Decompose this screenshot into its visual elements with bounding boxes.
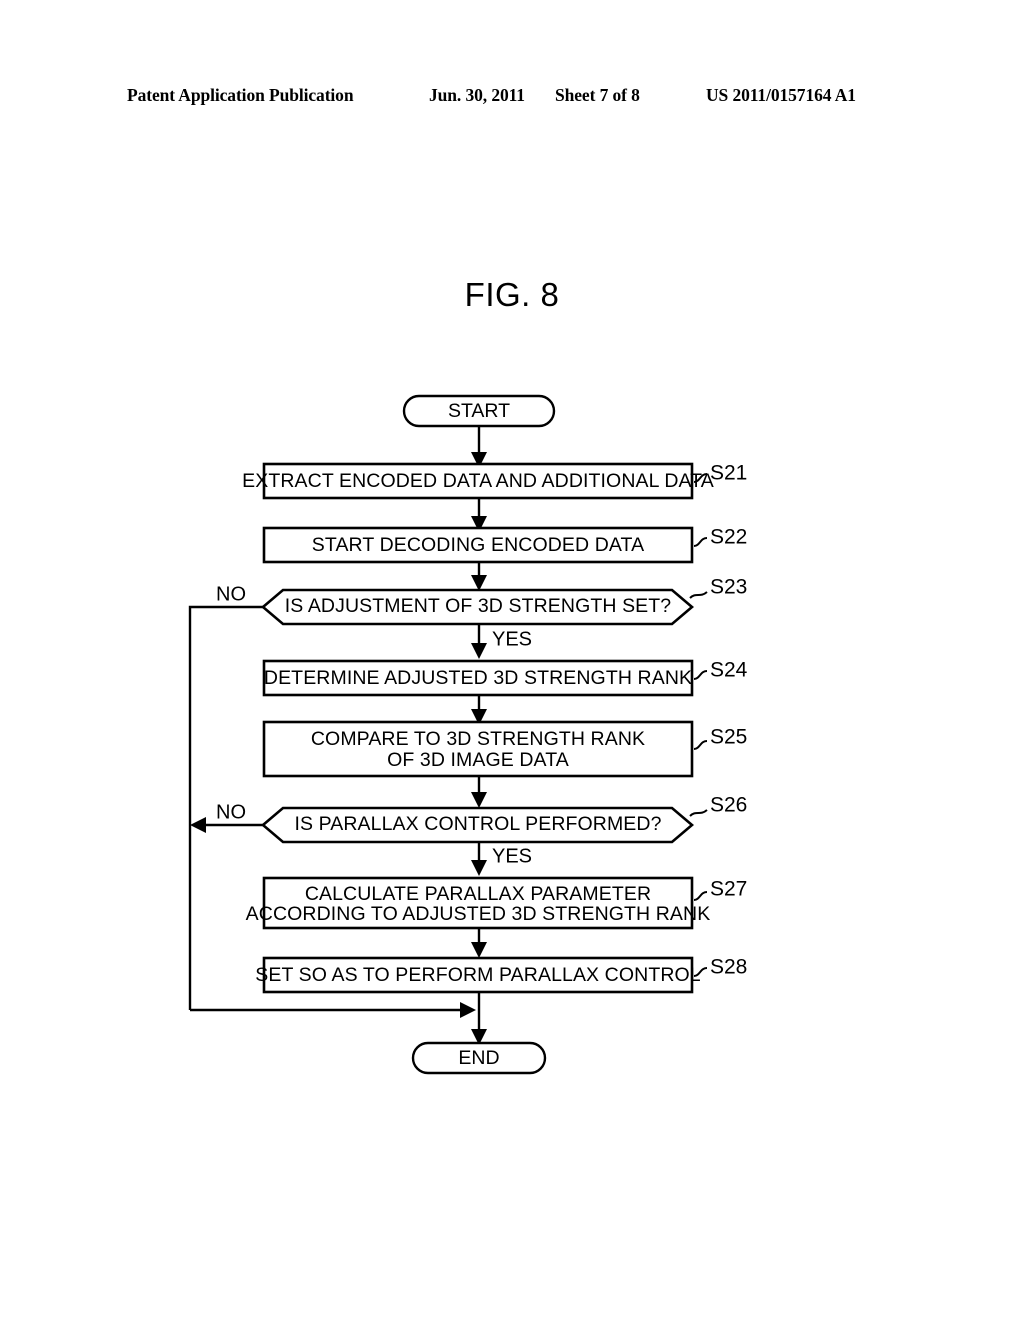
node-s27: CALCULATE PARALLAX PARAMETER ACCORDING T… (246, 876, 747, 930)
flow-s26-yes: YES (471, 842, 532, 876)
branch-label-s23-yes: YES (492, 628, 532, 650)
flow-s24-to-s25 (471, 695, 487, 725)
node-s28: SET SO AS TO PERFORM PARALLAX CONTROL S2… (255, 956, 747, 994)
flowchart-diagram: START EXTRACT ENCODED DATA AND ADDITIONA… (188, 394, 748, 1075)
node-start-label: START (448, 400, 510, 422)
node-s28-text: SET SO AS TO PERFORM PARALLAX CONTROL (255, 964, 701, 986)
node-s23-text: IS ADJUSTMENT OF 3D STRENGTH SET? (285, 595, 672, 617)
flow-s25-to-s26 (471, 776, 487, 808)
flow-s26-no: NO (190, 801, 263, 833)
flow-s23-no: NO (188, 583, 263, 1010)
flow-s27-to-s28 (471, 928, 487, 958)
flow-s23-yes: YES (471, 624, 532, 659)
step-label-s26: S26 (710, 794, 747, 817)
node-s27-text-line2: ACCORDING TO ADJUSTED 3D STRENGTH RANK (246, 903, 711, 925)
flow-s22-to-s23 (471, 562, 487, 591)
branch-label-s23-no: NO (216, 583, 246, 605)
node-s21: EXTRACT ENCODED DATA AND ADDITIONAL DATA… (242, 462, 747, 500)
node-s21-text: EXTRACT ENCODED DATA AND ADDITIONAL DATA (242, 470, 714, 492)
node-s22: START DECODING ENCODED DATA S22 (262, 526, 747, 564)
node-s25-text-line2: OF 3D IMAGE DATA (387, 749, 569, 771)
step-label-s23: S23 (710, 576, 747, 599)
step-label-s22: S22 (710, 526, 747, 549)
node-start: START (402, 394, 556, 428)
node-s26: IS PARALLAX CONTROL PERFORMED? S26 (260, 794, 747, 844)
node-end: END (411, 1041, 547, 1075)
step-label-s27: S27 (710, 878, 747, 901)
patent-drawing-page: Patent Application Publication Jun. 30, … (0, 0, 1024, 1320)
node-s25: COMPARE TO 3D STRENGTH RANK OF 3D IMAGE … (262, 720, 747, 778)
branch-label-s26-yes: YES (492, 845, 532, 867)
node-s24-text: DETERMINE ADJUSTED 3D STRENGTH RANK (264, 667, 692, 689)
node-end-label: END (458, 1047, 499, 1069)
step-label-s25: S25 (710, 726, 747, 749)
node-s22-text: START DECODING ENCODED DATA (312, 534, 644, 556)
node-s23: IS ADJUSTMENT OF 3D STRENGTH SET? S23 (260, 576, 747, 626)
branch-label-s26-no: NO (216, 801, 246, 823)
flow-start-to-s21 (471, 426, 487, 468)
node-s26-text: IS PARALLAX CONTROL PERFORMED? (294, 813, 661, 835)
node-s25-text-line1: COMPARE TO 3D STRENGTH RANK (311, 728, 645, 750)
step-label-s24: S24 (710, 659, 748, 682)
node-s24: DETERMINE ADJUSTED 3D STRENGTH RANK S24 (262, 659, 748, 697)
node-s27-text-line1: CALCULATE PARALLAX PARAMETER (305, 883, 651, 905)
flow-bypass-merge (190, 1002, 476, 1018)
step-label-s21: S21 (710, 462, 747, 485)
flow-s28-to-end (471, 992, 487, 1045)
step-label-s28: S28 (710, 956, 747, 979)
